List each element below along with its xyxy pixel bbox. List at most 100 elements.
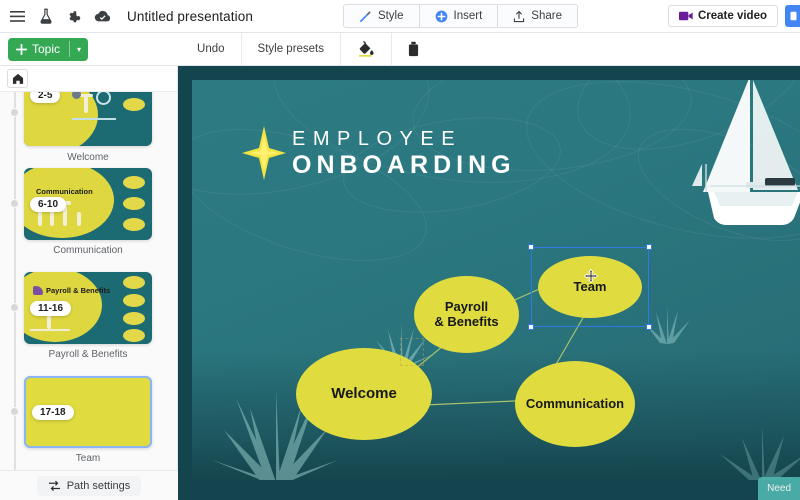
list-item[interactable]: 2-5 Welcome [0,92,177,168]
add-topic-main[interactable]: Topic [8,42,69,56]
node-team[interactable]: Team [538,256,642,318]
insert-button-label: Insert [453,10,483,22]
thumbnail-title: Payroll & Benefits [46,286,111,295]
resize-handle-nw[interactable] [528,244,534,250]
resize-handle-sw[interactable] [528,324,534,330]
document-title[interactable]: Untitled presentation [127,9,253,24]
sidebar-footer: Path settings [0,470,178,500]
video-camera-icon [678,11,693,21]
flask-icon[interactable] [39,8,53,24]
upload-icon [513,10,525,23]
thumb-pill [123,176,145,189]
slide-title-text: EMPLOYEE ONBOARDING [292,127,516,180]
node-communication[interactable]: Communication [515,361,635,447]
thumb-helm [96,92,111,105]
ink-bottle-button[interactable] [391,32,435,66]
thumbnail-badge: 17-18 [32,405,74,420]
chevron-down-icon[interactable]: ▾ [70,45,88,54]
sidebar-home-bar [0,66,177,92]
slide-surface[interactable]: EMPLOYEE ONBOARDING Payroll & Benefits T… [192,80,800,480]
ink-bottle-icon [408,41,419,57]
thumb-pill [123,312,145,325]
sub-toolbar: Topic ▾ Undo Style presets [0,32,800,66]
resize-handle-se[interactable] [646,324,652,330]
thumbnail-communication[interactable]: Communication 6-10 [24,168,152,240]
canvas-area[interactable]: EMPLOYEE ONBOARDING Payroll & Benefits T… [178,66,800,500]
thumbnail-welcome[interactable]: 2-5 [24,92,152,146]
canvas-tools: Undo Style presets [181,32,435,66]
create-video-button[interactable]: Create video [667,5,778,27]
thumbnail-label-team[interactable]: Team [24,453,152,464]
thumb-figure [38,210,42,226]
list-item[interactable]: 17-18 Team [0,376,177,470]
edit-guide [400,338,424,366]
insert-button[interactable]: Insert [419,5,499,27]
thumbnail-label-payroll[interactable]: Payroll & Benefits [24,349,152,360]
thumb-figure [79,94,93,97]
path-dot[interactable] [10,108,19,117]
header-button-group: Style Insert Share [342,4,578,28]
add-topic-label: Topic [32,42,61,56]
thumbnail-badge: 6-10 [30,197,67,212]
share-button-label: Share [531,10,562,22]
need-help-button[interactable]: Need [758,477,800,500]
path-settings-label: Path settings [66,479,131,492]
aquatic-plant-icon [634,296,700,346]
thumb-figure [84,96,88,113]
header-center-actions: Style Insert Share [342,4,578,28]
node-payroll-benefits[interactable]: Payroll & Benefits [414,276,519,353]
thumb-rail [30,329,70,341]
thumb-figure [77,212,81,226]
add-topic-button[interactable]: Topic ▾ [8,37,89,61]
style-button-label: Style [377,10,404,22]
slide-thumbnail-list[interactable]: 2-5 Welcome Communication 6-10 Communica… [0,92,177,470]
path-dot[interactable] [10,303,19,312]
style-presets-button[interactable]: Style presets [240,32,340,66]
slide-title[interactable]: EMPLOYEE ONBOARDING [242,126,516,180]
list-item[interactable]: Communication 6-10 Communication [0,168,177,272]
list-item[interactable]: Payroll & Benefits 11-16 Payroll & Benef… [0,272,177,376]
thumbnail-team[interactable]: 17-18 [24,376,152,448]
path-dot[interactable] [10,199,19,208]
resize-handle-ne[interactable] [646,244,652,250]
node-label: Communication [525,395,625,411]
thumb-pill [123,197,145,210]
create-video-label: Create video [697,10,767,22]
thumbnail-label-communication[interactable]: Communication [24,245,152,256]
header-right-actions: Create video [667,5,800,27]
thumb-pill [123,218,145,231]
plus-icon [16,43,27,55]
share-button[interactable]: Share [498,5,577,27]
thumb-rail [72,118,116,132]
water-depth-gradient [192,350,800,480]
path-settings-button[interactable]: Path settings [36,475,142,496]
thumbnail-title: Communication [36,187,93,196]
hamburger-menu-icon[interactable] [9,8,26,25]
undo-button[interactable]: Undo [181,33,241,66]
paint-bucket-button[interactable] [340,32,391,66]
thumb-pill [123,276,145,289]
thumbnail-payroll[interactable]: Payroll & Benefits 11-16 [24,272,152,344]
thumbnail-label-welcome[interactable]: Welcome [24,152,152,163]
path-dot[interactable] [10,407,19,416]
thumbnail-badge: 11-16 [30,301,72,316]
node-label: Team [573,278,607,294]
paint-bucket-icon [357,40,375,58]
thumb-pill [123,98,145,111]
thumb-pill [123,294,145,307]
path-settings-icon [48,480,61,492]
gear-icon[interactable] [66,9,81,24]
thumb-pill [123,329,145,342]
thumbnail-badge: 2-5 [30,92,61,103]
four-point-star-icon [242,126,286,180]
magic-wand-icon [359,10,372,23]
node-label: Welcome [331,385,397,403]
present-icon [790,11,799,21]
style-button[interactable]: Style [343,5,420,27]
slide-title-line1: EMPLOYEE [292,127,463,150]
left-sidebar: 2-5 Welcome Communication 6-10 Communica… [0,66,178,500]
present-button[interactable] [785,5,800,27]
home-icon[interactable] [7,69,28,88]
header-icon-group [0,8,111,25]
cloud-saved-icon[interactable] [94,10,111,23]
